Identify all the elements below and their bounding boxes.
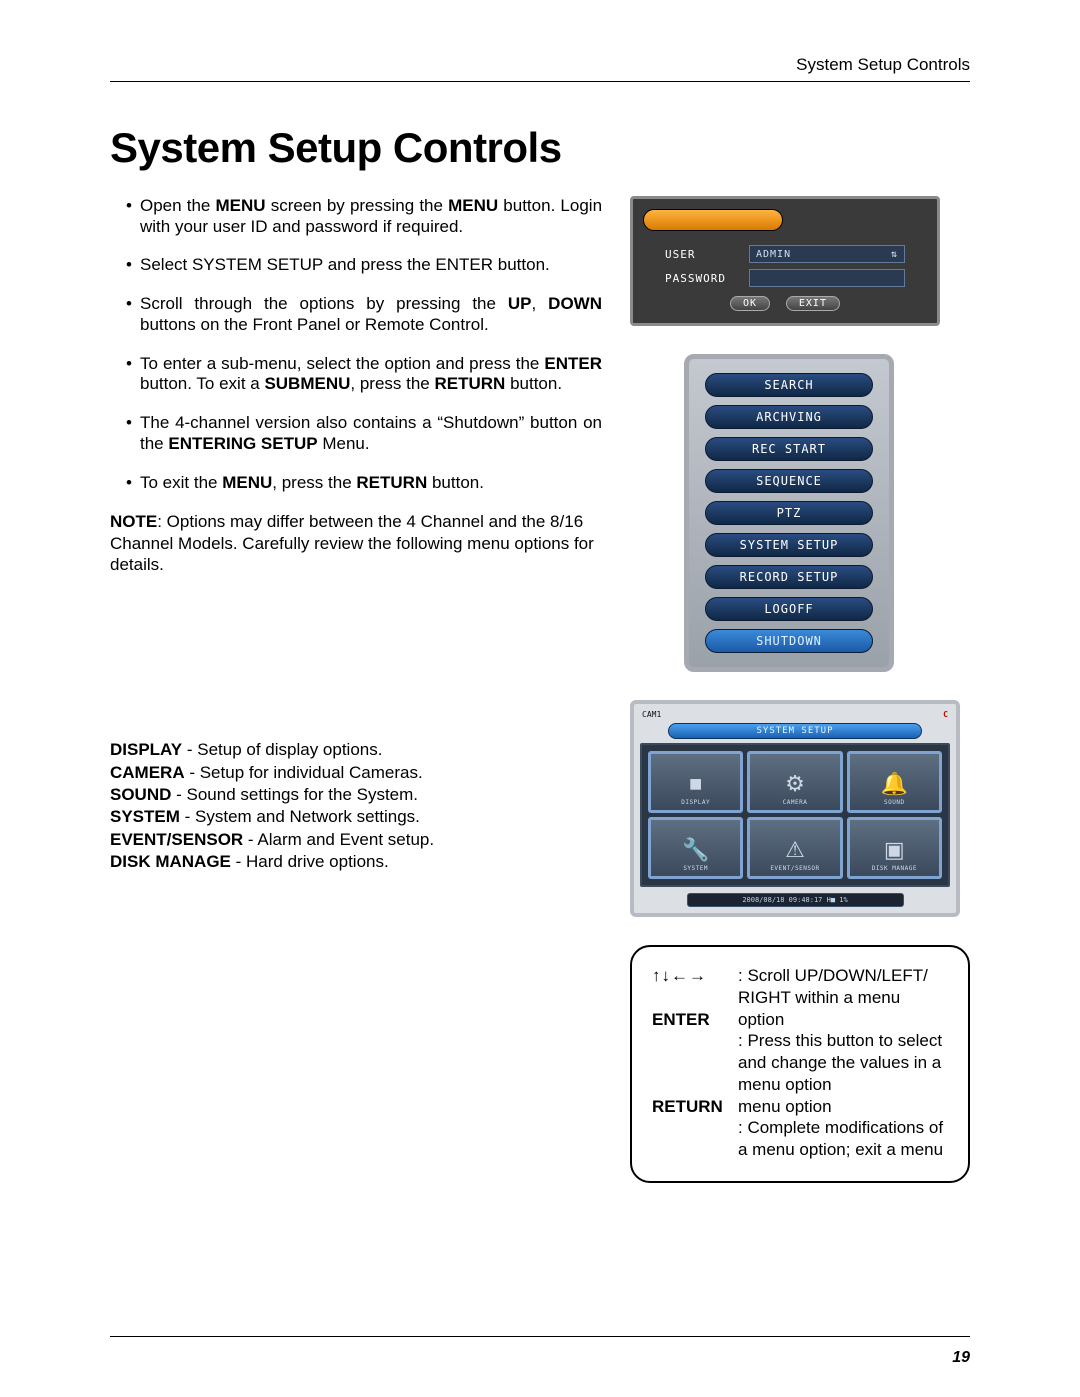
ok-button[interactable]: OK [730,296,770,311]
return-text-1: menu option [738,1096,948,1118]
menu-item-rec-start[interactable]: REC START [705,437,873,461]
definition-line: DISPLAY - Setup of display options. [110,739,602,761]
bullet-item: Scroll through the options by pressing t… [110,294,602,335]
bullet-item: The 4-channel version also contains a “S… [110,413,602,454]
definitions-block: DISPLAY - Setup of display options.CAMER… [110,739,602,874]
enter-text-1: option [738,1009,948,1031]
setup-cell-display[interactable]: ■ DISPLAY [648,751,743,813]
setup-cell-caption: SYSTEM [683,865,708,872]
menu-item-record-setup[interactable]: RECORD SETUP [705,565,873,589]
definition-line: CAMERA - Setup for individual Cameras. [110,762,602,784]
return-text-2: : Complete modifications of a menu optio… [738,1117,948,1161]
system-setup-panel: CAM1 C SYSTEM SETUP ■ DISPLAY ⚙ CAMERA 🔔 SOUN… [630,700,960,917]
menu-item-system-setup[interactable]: SYSTEM SETUP [705,533,873,557]
definition-line: EVENT/SENSOR - Alarm and Event setup. [110,829,602,851]
disk-manage-icon: ▣ [884,839,905,861]
login-password-row: PASSWORD [665,269,905,287]
display-icon: ■ [689,773,702,795]
menu-item-sequence[interactable]: SEQUENCE [705,469,873,493]
setup-cell-system[interactable]: 🔧 SYSTEM [648,817,743,879]
login-user-row: USER ADMIN ⇅ [665,245,905,263]
camera-icon: ⚙ [785,773,805,795]
enter-text-2: : Press this button to select and change… [738,1030,948,1095]
login-user-field[interactable]: ADMIN ⇅ [749,245,905,263]
setup-cell-disk-manage[interactable]: ▣ DISK MANAGE [847,817,942,879]
cam-label: CAM1 [642,710,661,719]
menu-item-archving[interactable]: ARCHVING [705,405,873,429]
definition-line: SOUND - Sound settings for the System. [110,784,602,806]
bullet-item: Open the MENU screen by pressing the MEN… [110,196,602,237]
arrow-keys-icon: ↑↓←→ [652,965,738,987]
arrow-text-1: : Scroll UP/DOWN/LEFT/ [738,965,948,987]
setup-cell-caption: DISK MANAGE [872,865,917,872]
login-password-label: PASSWORD [665,272,739,285]
bullet-list: Open the MENU screen by pressing the MEN… [110,196,602,493]
instruction-box: ↑↓←→ : Scroll UP/DOWN/LEFT/ RIGHT within… [630,945,970,1183]
setup-cell-event-sensor[interactable]: ⚠ EVENT/SENSOR [747,817,842,879]
definition-line: SYSTEM - System and Network settings. [110,806,602,828]
setup-cell-caption: EVENT/SENSOR [770,865,819,872]
setup-cell-caption: CAMERA [783,799,808,806]
setup-cell-caption: SOUND [884,799,905,806]
setup-grid: ■ DISPLAY ⚙ CAMERA 🔔 SOUND 🔧 SYSTEM ⚠ EVENT/SENSO… [648,751,942,879]
login-panel: USER ADMIN ⇅ PASSWORD OK EXIT [630,196,940,326]
sound-icon: 🔔 [881,773,908,795]
page-title: System Setup Controls [110,124,970,172]
event-sensor-icon: ⚠ [785,839,805,861]
menu-item-logoff[interactable]: LOGOFF [705,597,873,621]
arrow-text-2: RIGHT within a menu [738,987,948,1009]
setup-cell-camera[interactable]: ⚙ CAMERA [747,751,842,813]
system-icon: 🔧 [682,839,709,861]
return-key-label: RETURN [652,1096,738,1118]
bullet-item: Select SYSTEM SETUP and press the ENTER … [110,255,602,276]
main-menu-panel: SEARCH ARCHVING REC START SEQUENCE PTZ SYSTEM… [684,354,894,672]
menu-item-shutdown[interactable]: SHUTDOWN [705,629,873,653]
running-header: System Setup Controls [110,55,970,75]
right-column: USER ADMIN ⇅ PASSWORD OK EXIT SEARCH ARCH… [630,196,970,1183]
left-column: Open the MENU screen by pressing the MEN… [110,196,602,1183]
spinner-icon[interactable]: ⇅ [891,249,898,260]
note-paragraph: NOTE: Options may differ between the 4 C… [110,511,602,575]
setup-cell-sound[interactable]: 🔔 SOUND [847,751,942,813]
bullet-item: To exit the MENU, press the RETURN butto… [110,473,602,494]
status-bar: 2008/08/18 09:48:17 H■ 1% [687,893,904,907]
setup-grid-wrap: ■ DISPLAY ⚙ CAMERA 🔔 SOUND 🔧 SYSTEM ⚠ EVENT/SENSO… [640,743,950,887]
definition-line: DISK MANAGE - Hard drive options. [110,851,602,873]
menu-item-ptz[interactable]: PTZ [705,501,873,525]
system-setup-titlebar: SYSTEM SETUP [668,723,922,739]
bullet-item: To enter a sub-menu, select the option a… [110,354,602,395]
top-rule [110,81,970,82]
login-user-value: ADMIN [756,249,791,260]
bottom-rule [110,1336,970,1337]
setup-cell-caption: DISPLAY [681,799,710,806]
enter-key-label: ENTER [652,1009,738,1031]
c-label: C [943,710,948,719]
menu-item-search[interactable]: SEARCH [705,373,873,397]
exit-button[interactable]: EXIT [786,296,840,311]
login-user-label: USER [665,248,739,261]
page-number: 19 [952,1349,970,1367]
login-password-field[interactable] [749,269,905,287]
login-tab [643,209,783,231]
